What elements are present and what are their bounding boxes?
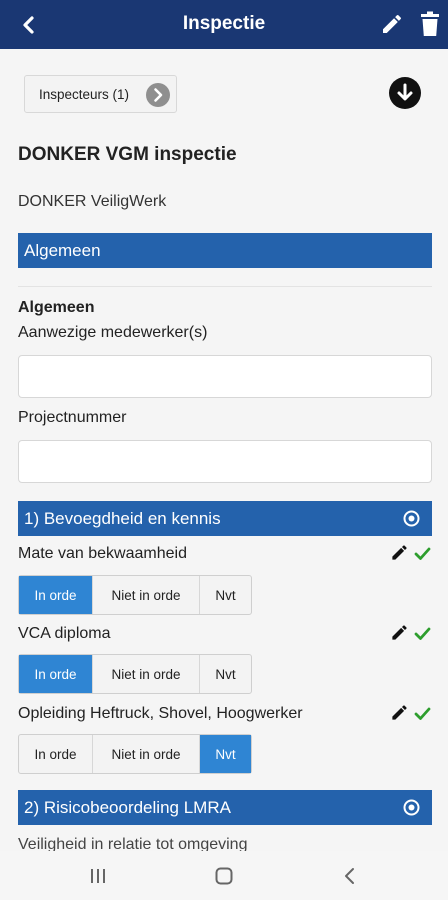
- section-title: Algemeen: [24, 241, 101, 260]
- pencil-icon[interactable]: [390, 543, 409, 562]
- medewerkers-input[interactable]: [18, 355, 432, 398]
- inspecteurs-label: Inspecteurs (1): [39, 87, 130, 102]
- option-nvt[interactable]: Nvt: [200, 655, 251, 693]
- projectnummer-input[interactable]: [18, 440, 432, 483]
- section-header-risicobeoordeling[interactable]: 2) Risicobeoordeling LMRA: [18, 790, 432, 825]
- general-heading: Algemeen: [18, 299, 95, 316]
- answer-segmented-control: In orde Niet in orde Nvt: [18, 575, 252, 615]
- option-in-orde[interactable]: In orde: [19, 655, 93, 693]
- question-label: Mate van bekwaamheid: [18, 545, 187, 562]
- back-icon[interactable]: [338, 864, 362, 888]
- answer-segmented-control: In orde Niet in orde Nvt: [18, 734, 252, 774]
- field-label-medewerkers: Aanwezige medewerker(s): [18, 324, 208, 341]
- question-label: Opleiding Heftruck, Shovel, Hoogwerker: [18, 705, 303, 722]
- section-header-algemeen[interactable]: Algemeen: [18, 233, 432, 268]
- trash-icon[interactable]: [419, 11, 441, 37]
- answer-segmented-control: In orde Niet in orde Nvt: [18, 654, 252, 694]
- download-icon[interactable]: [389, 77, 421, 109]
- inspection-subtitle: DONKER VeiligWerk: [18, 193, 167, 210]
- divider: [18, 286, 432, 287]
- inspection-title: DONKER VGM inspectie: [18, 144, 237, 165]
- pencil-icon[interactable]: [390, 623, 409, 642]
- option-nvt[interactable]: Nvt: [200, 735, 251, 773]
- scroll-content[interactable]: Inspecteurs (1) DONKER VGM inspectie DON…: [0, 49, 448, 851]
- option-niet-in-orde[interactable]: Niet in orde: [93, 655, 200, 693]
- option-in-orde[interactable]: In orde: [19, 735, 93, 773]
- section-title: 2) Risicobeoordeling LMRA: [24, 798, 231, 817]
- pencil-icon[interactable]: [380, 12, 404, 36]
- system-nav-bar: [0, 851, 448, 900]
- option-niet-in-orde[interactable]: Niet in orde: [93, 576, 200, 614]
- radio-target-icon[interactable]: [403, 510, 420, 527]
- recent-apps-icon[interactable]: [86, 864, 110, 888]
- checkmark-icon: [414, 547, 431, 560]
- inspecteurs-button[interactable]: Inspecteurs (1): [24, 75, 177, 113]
- radio-target-icon[interactable]: [403, 799, 420, 816]
- checkmark-icon: [414, 627, 431, 640]
- field-label-projectnummer: Projectnummer: [18, 409, 127, 426]
- checkmark-icon: [414, 707, 431, 720]
- app-bar: Inspectie: [0, 0, 448, 49]
- option-nvt[interactable]: Nvt: [200, 576, 251, 614]
- pencil-icon[interactable]: [390, 703, 409, 722]
- home-icon[interactable]: [212, 864, 236, 888]
- option-niet-in-orde[interactable]: Niet in orde: [93, 735, 200, 773]
- section-header-bevoegdheid[interactable]: 1) Bevoegdheid en kennis: [18, 501, 432, 536]
- section-title: 1) Bevoegdheid en kennis: [24, 509, 221, 528]
- question-label: Veiligheid in relatie tot omgeving: [18, 836, 248, 851]
- question-label: VCA diploma: [18, 625, 111, 642]
- option-in-orde[interactable]: In orde: [19, 576, 93, 614]
- chevron-right-icon: [146, 83, 170, 107]
